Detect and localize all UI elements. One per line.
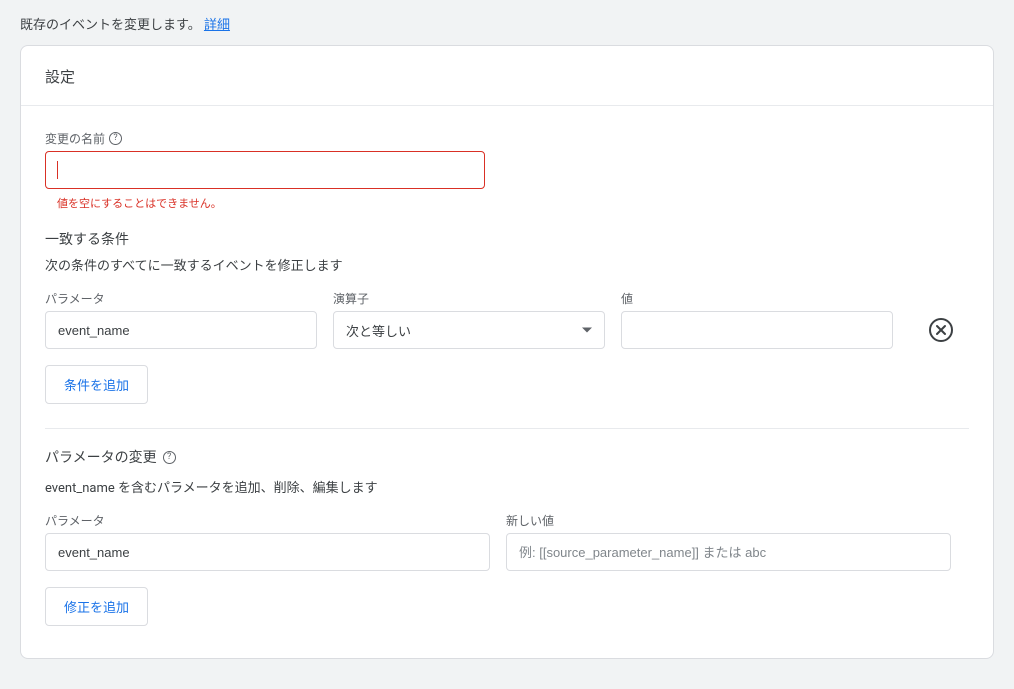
add-modification-button[interactable]: 修正を追加 — [45, 587, 148, 626]
mod-newvalue-column-label: 新しい値 — [506, 512, 951, 529]
condition-operator-select[interactable]: 次と等しい — [333, 311, 605, 349]
modification-newvalue-input[interactable] — [506, 533, 951, 571]
modifications-section: パラメータの変更 ? event_name を含むパラメータを追加、削除、編集し… — [45, 429, 969, 634]
modification-parameter-input[interactable] — [45, 533, 490, 571]
condition-parameter-input[interactable] — [45, 311, 317, 349]
name-input[interactable] — [45, 151, 485, 189]
parameter-column-label: パラメータ — [45, 290, 317, 307]
name-field-label: 変更の名前 — [45, 130, 105, 147]
text-cursor — [57, 161, 58, 179]
settings-card: 設定 変更の名前 ? 値を空にすることはできません。 一致する条件 次の条件のす… — [20, 45, 994, 659]
modifications-description: event_name を含むパラメータを追加、削除、編集します — [45, 477, 969, 496]
operator-column-label: 演算子 — [333, 290, 605, 307]
add-condition-button[interactable]: 条件を追加 — [45, 365, 148, 404]
intro-description: 既存のイベントを変更します。 — [20, 18, 201, 33]
value-column-label: 値 — [621, 290, 893, 307]
close-icon — [935, 324, 947, 336]
mod-parameter-column-label: パラメータ — [45, 512, 490, 529]
condition-value-input[interactable] — [621, 311, 893, 349]
details-link[interactable]: 詳細 — [204, 18, 230, 33]
modification-row: パラメータ 新しい値 — [45, 512, 969, 571]
card-title: 設定 — [21, 46, 993, 106]
operator-selected-value: 次と等しい — [346, 321, 411, 340]
modifications-title-row: パラメータの変更 ? — [45, 447, 969, 467]
name-field-label-row: 変更の名前 ? — [45, 130, 969, 147]
help-icon[interactable]: ? — [109, 132, 122, 145]
condition-row: パラメータ 演算子 次と等しい 値 — [45, 290, 969, 349]
chevron-down-icon — [582, 328, 592, 333]
intro-text: 既存のイベントを変更します。 詳細 — [0, 0, 1014, 45]
name-error-text: 値を空にすることはできません。 — [57, 195, 969, 211]
modifications-title: パラメータの変更 — [45, 447, 157, 467]
conditions-description: 次の条件のすべてに一致するイベントを修正します — [45, 255, 969, 274]
help-icon[interactable]: ? — [163, 451, 176, 464]
conditions-title: 一致する条件 — [45, 229, 969, 249]
remove-condition-button[interactable] — [929, 318, 953, 342]
name-field-block: 変更の名前 ? 値を空にすることはできません。 — [45, 130, 969, 211]
conditions-section: 一致する条件 次の条件のすべてに一致するイベントを修正します パラメータ 演算子… — [45, 211, 969, 404]
